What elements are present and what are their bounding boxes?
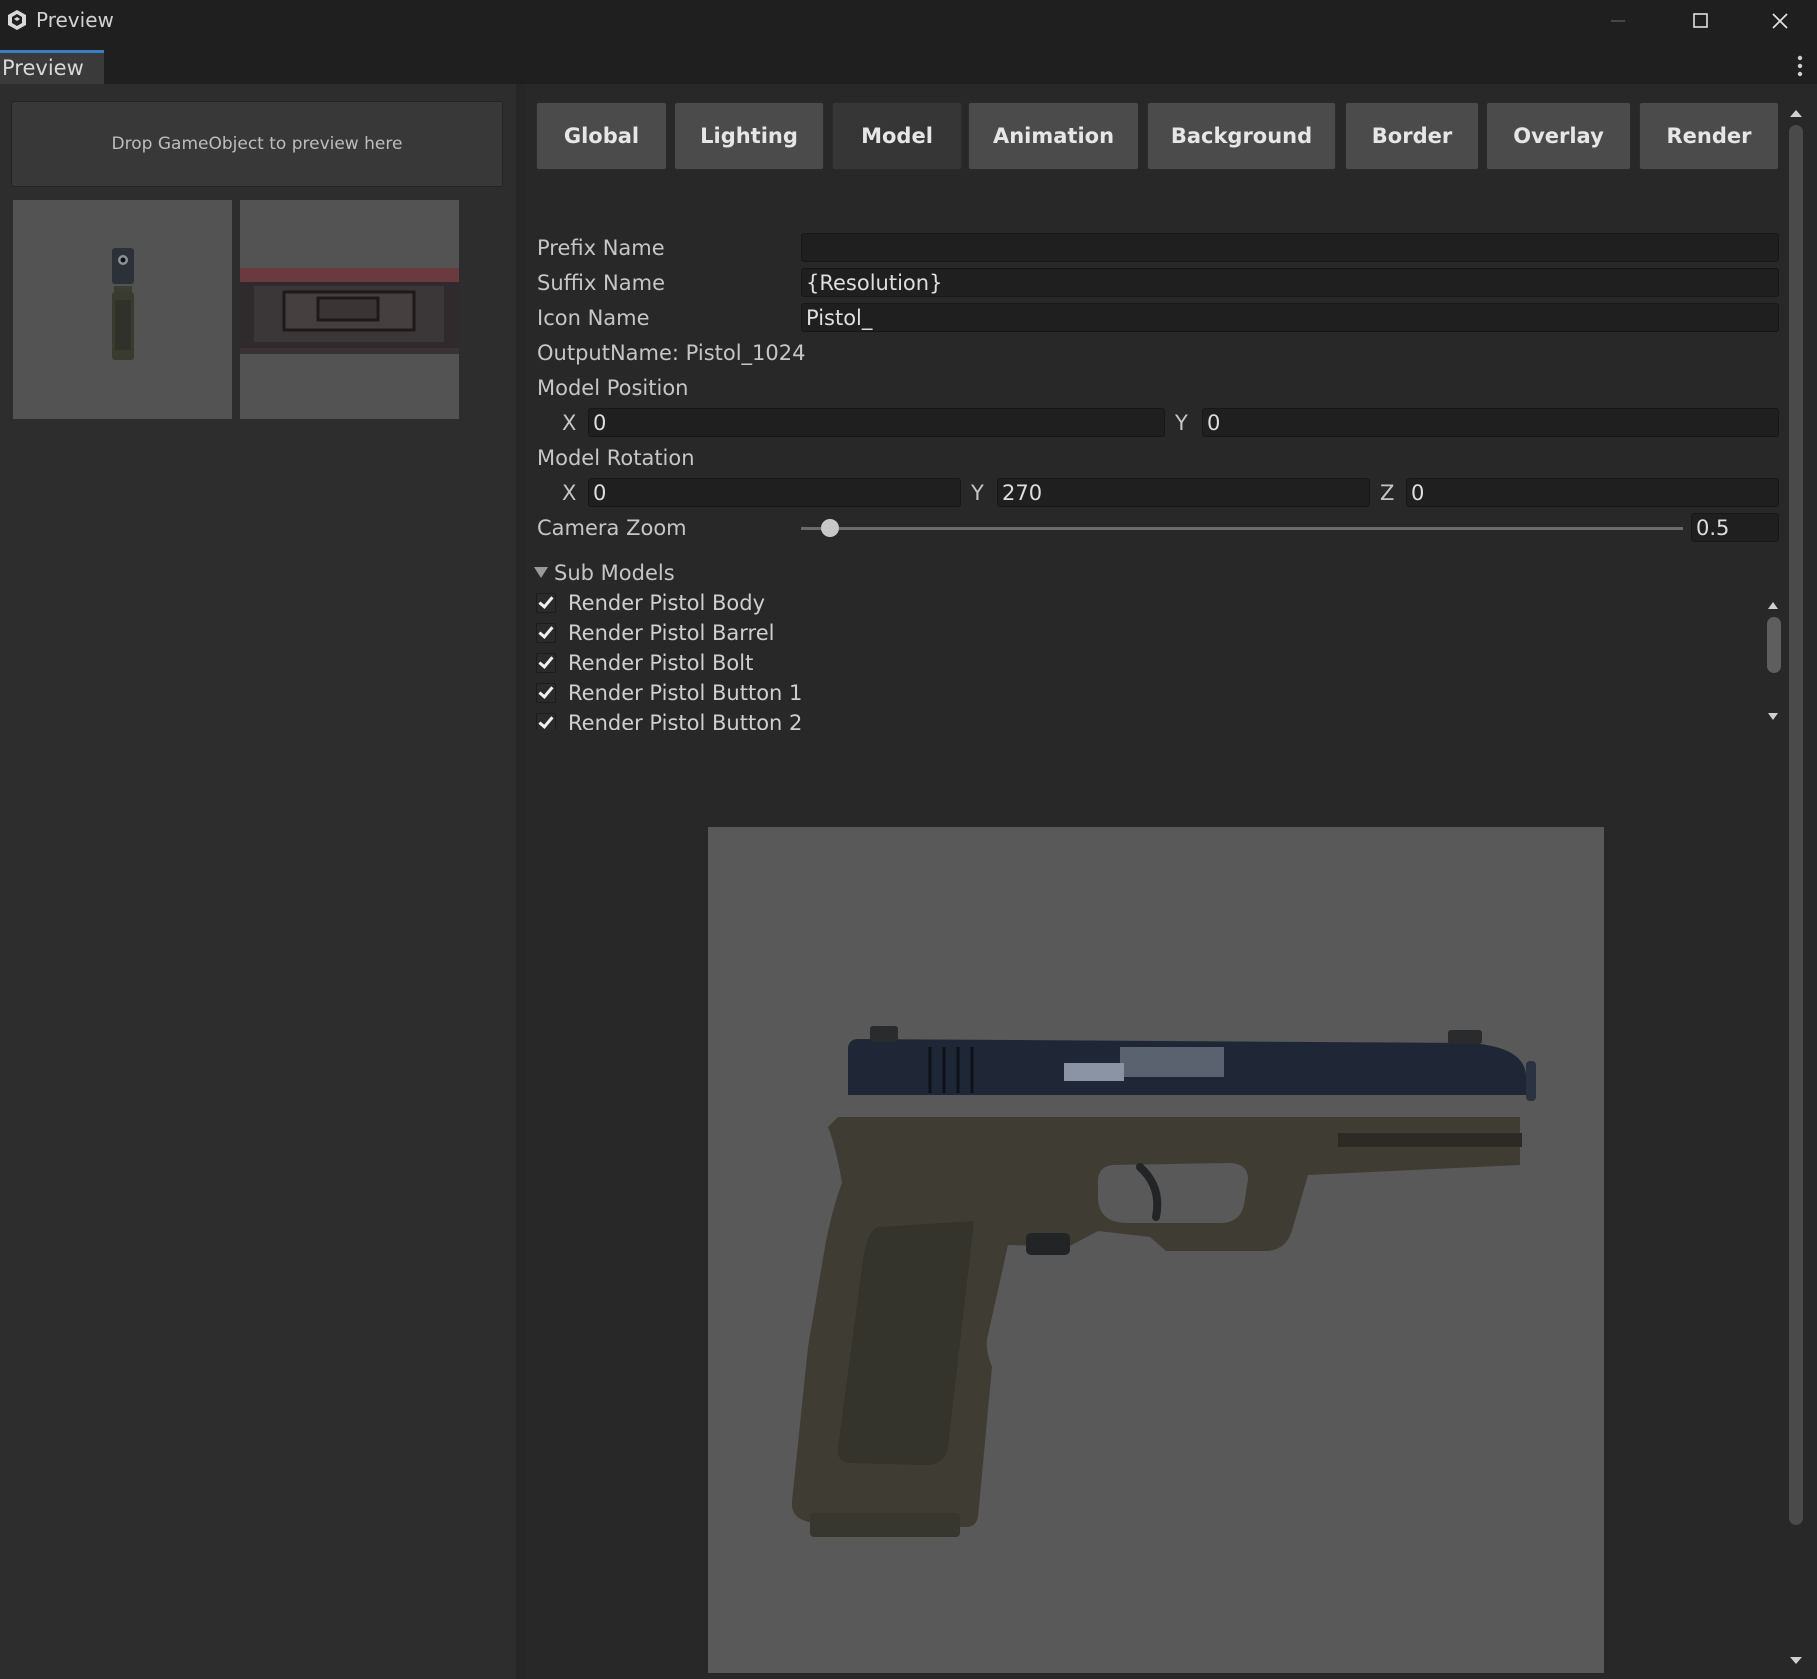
- camera-zoom-label: Camera Zoom: [537, 516, 687, 540]
- tab-global[interactable]: Global: [536, 102, 667, 170]
- rotation-y-label: Y: [971, 481, 984, 505]
- sub-model-label: Render Pistol Barrel: [568, 621, 775, 645]
- tab-strip: [0, 44, 1817, 84]
- tab-overlay[interactable]: Overlay: [1486, 102, 1631, 170]
- tab-animation[interactable]: Animation: [968, 102, 1139, 170]
- panel-divider[interactable]: [516, 84, 526, 1679]
- model-rotation-label: Model Rotation: [537, 446, 695, 470]
- maximize-icon: [1693, 13, 1708, 28]
- checkbox[interactable]: [536, 623, 556, 643]
- checkbox[interactable]: [536, 713, 556, 730]
- tab-render[interactable]: Render: [1639, 102, 1779, 170]
- tab-render-label: Render: [1666, 124, 1752, 148]
- foldout-arrow-icon[interactable]: [533, 564, 549, 580]
- position-x-label: X: [562, 411, 577, 435]
- unity-logo-icon: [6, 9, 28, 31]
- rotation-z-field[interactable]: [1406, 478, 1779, 507]
- drop-zone[interactable]: Drop GameObject to preview here: [11, 101, 503, 187]
- sub-model-label: Render Pistol Button 2: [568, 711, 803, 730]
- minimize-button[interactable]: [1598, 8, 1638, 34]
- position-x-field[interactable]: [588, 408, 1165, 437]
- suffix-name-label: Suffix Name: [537, 271, 665, 295]
- maximize-button[interactable]: [1680, 8, 1720, 34]
- sub-models-list: Render Pistol Body Render Pistol Barrel …: [532, 588, 1767, 730]
- checkbox[interactable]: [536, 653, 556, 673]
- list-item[interactable]: Render Pistol Button 1: [532, 678, 802, 708]
- tab-preview[interactable]: Preview: [0, 50, 104, 84]
- suffix-name-field[interactable]: [801, 268, 1779, 297]
- tab-background[interactable]: Background: [1147, 102, 1336, 170]
- scroll-up-icon[interactable]: [1765, 596, 1781, 609]
- tab-model-label: Model: [861, 124, 933, 148]
- tab-border[interactable]: Border: [1345, 102, 1479, 170]
- window-title: Preview: [36, 8, 114, 32]
- checkbox[interactable]: [536, 683, 556, 703]
- title-bar: [0, 0, 1817, 44]
- list-item[interactable]: Render Pistol Button 2: [532, 708, 802, 730]
- drop-zone-text: Drop GameObject to preview here: [111, 134, 403, 154]
- position-y-field[interactable]: [1202, 408, 1779, 437]
- close-icon: [1772, 13, 1788, 29]
- sub-models-scrollbar-thumb[interactable]: [1767, 617, 1781, 673]
- render-preview: [708, 827, 1604, 1673]
- tab-lighting-label: Lighting: [700, 124, 798, 148]
- minimize-icon: [1611, 20, 1625, 22]
- position-y-label: Y: [1175, 411, 1188, 435]
- icon-name-label: Icon Name: [537, 306, 650, 330]
- rotation-z-label: Z: [1380, 481, 1395, 505]
- tab-lighting[interactable]: Lighting: [674, 102, 824, 170]
- icon-name-field[interactable]: [801, 303, 1779, 332]
- pistol-preview-image: [791, 1026, 1536, 1537]
- list-item[interactable]: Render Pistol Body: [532, 588, 765, 618]
- tab-global-label: Global: [563, 124, 640, 148]
- rotation-x-label: X: [562, 481, 577, 505]
- sub-models-header[interactable]: Sub Models: [554, 561, 675, 585]
- tab-model[interactable]: Model: [832, 102, 962, 170]
- output-name-text: OutputName: Pistol_1024: [537, 341, 806, 365]
- camera-zoom-slider-track[interactable]: [801, 527, 1683, 530]
- prefix-name-label: Prefix Name: [537, 236, 665, 260]
- ammo-box-thumbnail[interactable]: [240, 200, 459, 419]
- checkbox[interactable]: [536, 593, 556, 613]
- tab-background-label: Background: [1170, 124, 1313, 148]
- camera-zoom-field[interactable]: [1691, 513, 1779, 542]
- main-scrollbar-thumb[interactable]: [1789, 125, 1803, 1525]
- tab-animation-label: Animation: [992, 124, 1115, 148]
- rotation-x-field[interactable]: [588, 478, 961, 507]
- rotation-y-field[interactable]: [997, 478, 1370, 507]
- tab-border-label: Border: [1371, 124, 1453, 148]
- prefix-name-field[interactable]: [801, 233, 1779, 262]
- main-scroll-up-icon[interactable]: [1787, 104, 1805, 117]
- close-button[interactable]: [1760, 8, 1800, 34]
- tab-preview-label: Preview: [2, 56, 84, 80]
- pistol-front-thumbnail[interactable]: [13, 200, 232, 419]
- tab-overlay-label: Overlay: [1513, 124, 1604, 148]
- sub-model-label: Render Pistol Button 1: [568, 681, 803, 705]
- model-position-label: Model Position: [537, 376, 689, 400]
- sub-model-label: Render Pistol Bolt: [568, 651, 754, 675]
- ammo-box-image: [240, 268, 459, 354]
- pistol-front-image: [112, 248, 134, 360]
- list-item[interactable]: Render Pistol Bolt: [532, 648, 753, 678]
- main-scroll-down-icon[interactable]: [1787, 1652, 1805, 1664]
- camera-zoom-slider-thumb[interactable]: [821, 519, 840, 537]
- scroll-down-icon[interactable]: [1765, 708, 1781, 720]
- more-options-icon[interactable]: [1795, 54, 1805, 78]
- list-item[interactable]: Render Pistol Barrel: [532, 618, 774, 648]
- sub-model-label: Render Pistol Body: [568, 591, 766, 615]
